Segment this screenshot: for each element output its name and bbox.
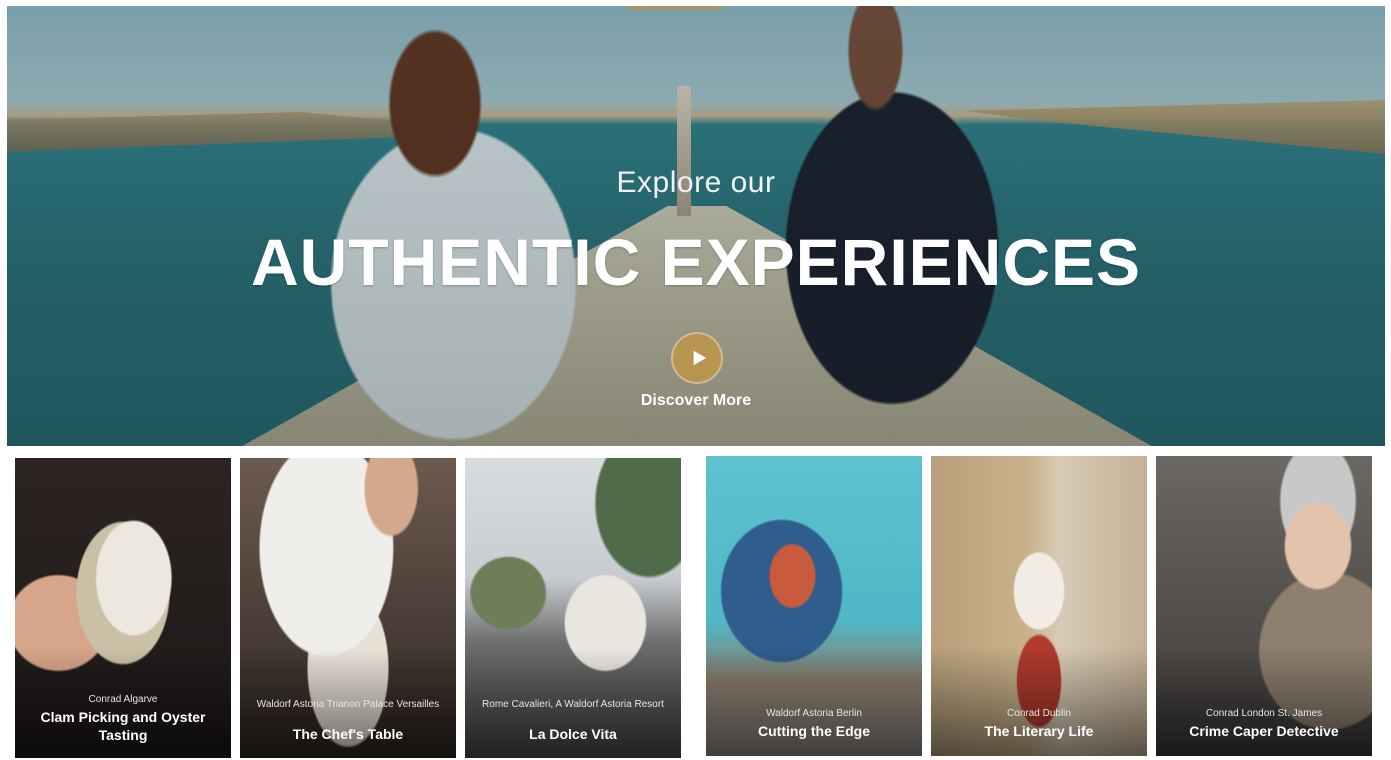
card-hotel-name: Conrad London St. James: [1205, 708, 1323, 719]
card-hotel-name: Conrad Algarve: [88, 694, 158, 705]
experience-card-chefs-table[interactable]: Waldorf Astoria Trianon Palace Versaille…: [240, 458, 456, 758]
card-title: Crime Caper Detective: [1189, 723, 1339, 739]
experience-card-clam-picking[interactable]: Conrad Algarve Clam Picking and Oyster T…: [15, 458, 231, 758]
hero-subtitle: Explore our: [616, 166, 776, 199]
card-title: Cutting the Edge: [758, 723, 870, 739]
card-hotel-name: Conrad Dublin: [1007, 708, 1071, 719]
experience-card-literary-life[interactable]: Conrad Dublin The Literary Life: [931, 456, 1147, 756]
play-video-button[interactable]: [671, 332, 723, 384]
experience-card-la-dolce-vita[interactable]: Rome Cavalieri, A Waldorf Astoria Resort…: [465, 458, 681, 758]
hero-banner: Explore our AUTHENTIC EXPERIENCES Discov…: [7, 6, 1385, 446]
card-title: The Chef's Table: [292, 726, 404, 742]
card-title: La Dolce Vita: [529, 726, 617, 742]
card-title: Clam Picking and Oyster Tasting: [40, 709, 206, 743]
card-hotel-name: Rome Cavalieri, A Waldorf Astoria Resort: [482, 699, 664, 710]
discover-more-link[interactable]: Discover More: [7, 392, 1385, 410]
card-title: The Literary Life: [984, 723, 1094, 739]
hero-title: AUTHENTIC EXPERIENCES: [250, 225, 1142, 299]
card-hotel-name: Waldorf Astoria Berlin: [766, 708, 862, 719]
experience-card-crime-caper[interactable]: Conrad London St. James Crime Caper Dete…: [1156, 456, 1372, 756]
card-hotel-name: Waldorf Astoria Trianon Palace Versaille…: [256, 699, 440, 710]
play-icon: [693, 350, 706, 366]
experience-card-cutting-the-edge[interactable]: Waldorf Astoria Berlin Cutting the Edge: [706, 456, 922, 756]
